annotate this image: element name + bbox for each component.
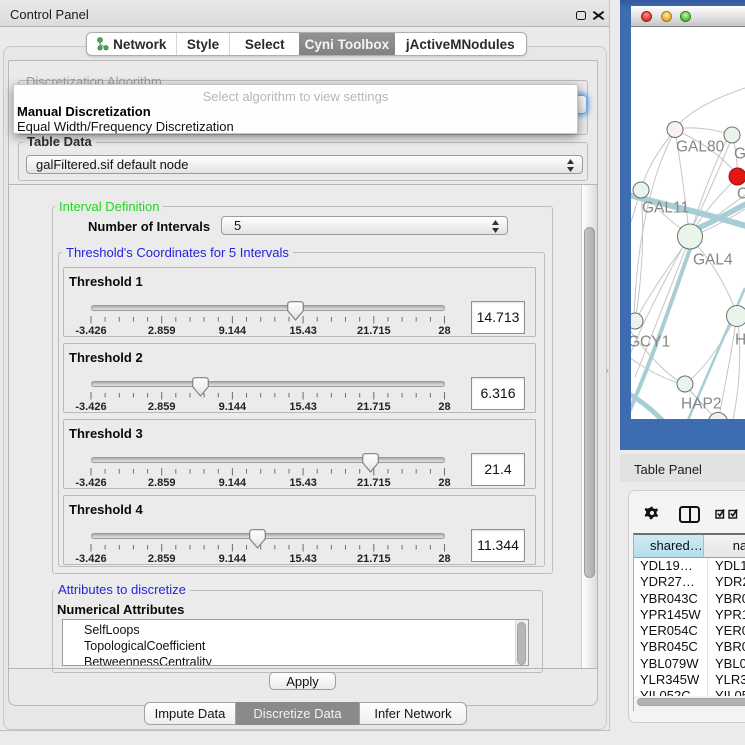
svg-text:GAL11: GAL11 [642,200,689,217]
svg-text:GAL80: GAL80 [676,139,725,156]
svg-text:GAL4: GAL4 [693,252,733,269]
svg-text:H: H [735,332,745,349]
svg-text:GCY1: GCY1 [631,334,670,351]
svg-text:HAP2: HAP2 [681,396,722,413]
svg-text:GA: GA [734,146,745,163]
svg-text:C: C [737,186,745,203]
